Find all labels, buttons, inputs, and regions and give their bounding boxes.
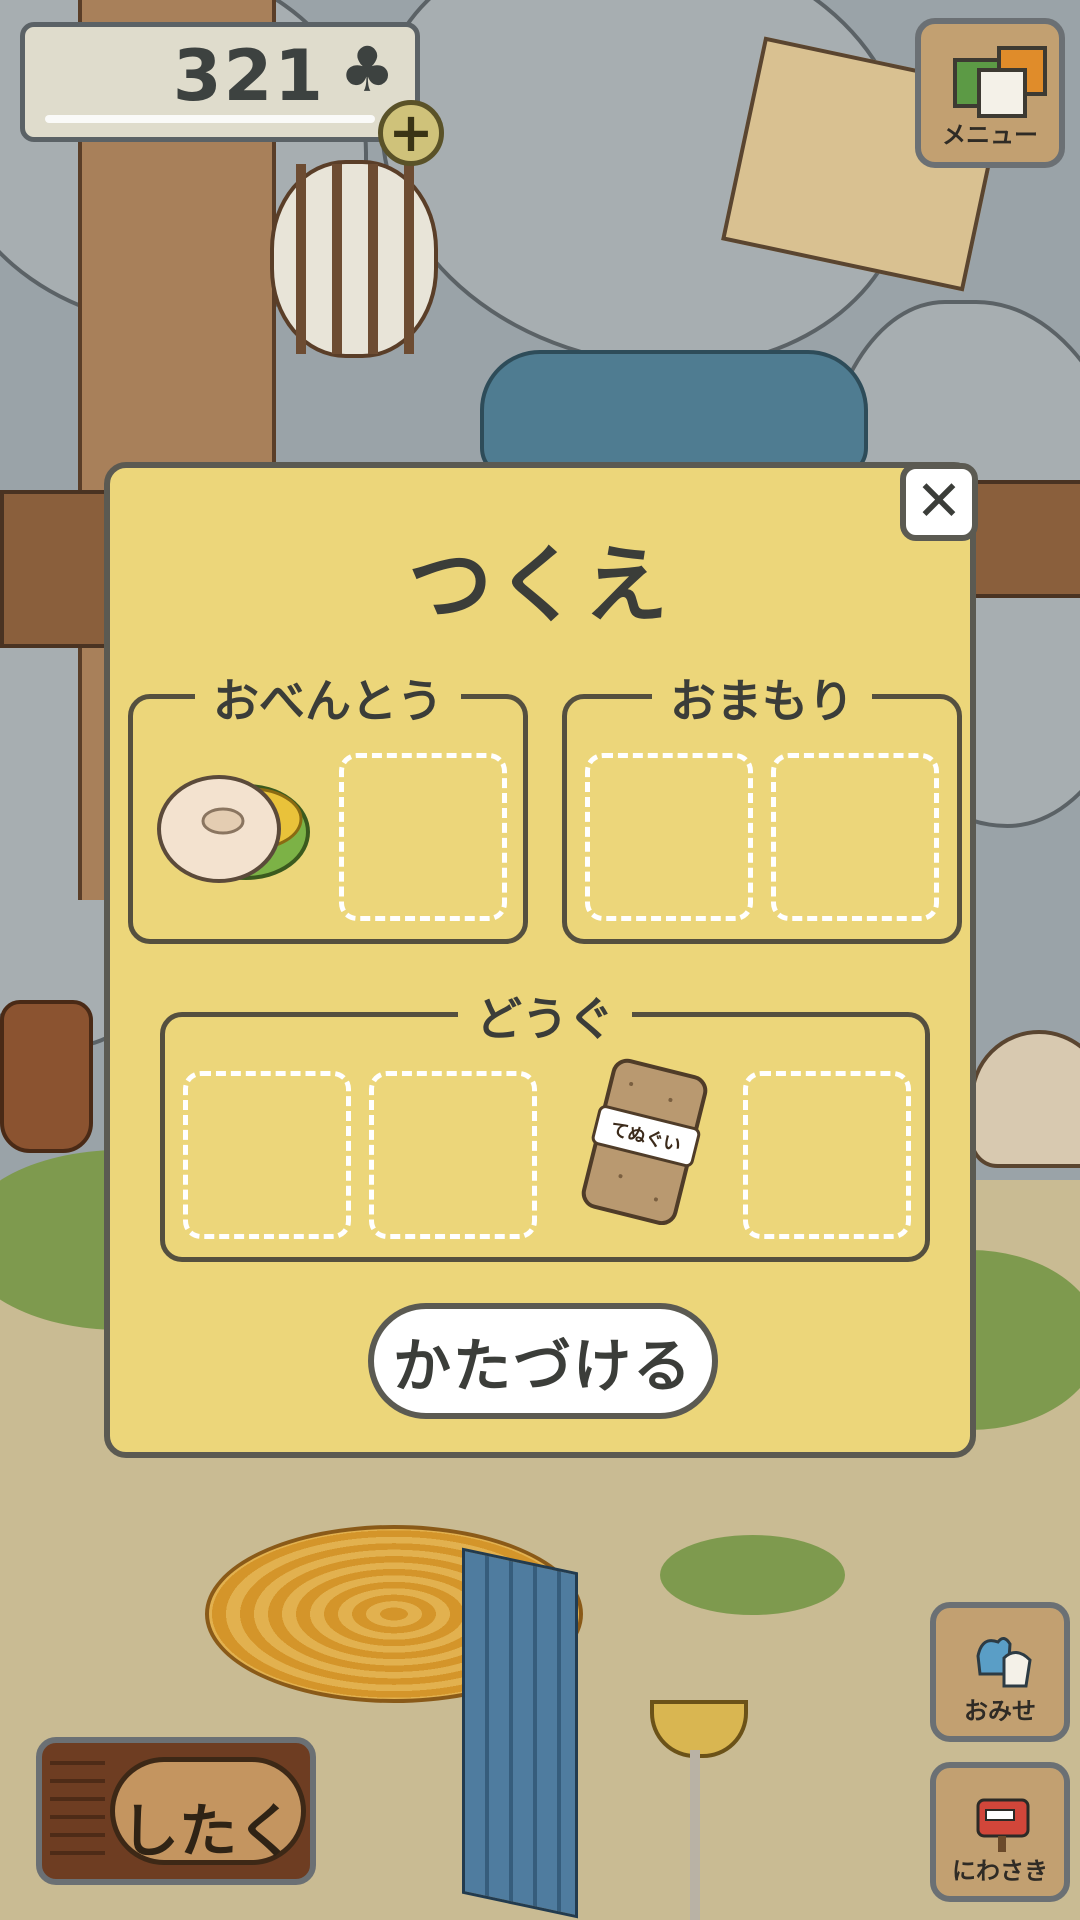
charm-group: おまもり bbox=[562, 665, 962, 944]
lunch-slot-empty[interactable] bbox=[339, 753, 507, 921]
desk-dialog: つくえ おべんとう おまもり どうぐ てぬぐい かたづける bbox=[104, 462, 976, 1458]
bagel-sandwich-item[interactable] bbox=[151, 737, 321, 907]
log-stripes bbox=[50, 1753, 105, 1869]
mailbox-icon bbox=[976, 1798, 1030, 1852]
tool-slot-empty[interactable] bbox=[183, 1071, 351, 1239]
prepare-label: したく bbox=[120, 1797, 295, 1865]
shop-label: おみせ bbox=[964, 1697, 1036, 1725]
lunch-group: おべんとう bbox=[128, 665, 528, 944]
tidy-up-button[interactable]: かたづける bbox=[368, 1303, 718, 1419]
tools-group-label: どうぐ bbox=[458, 983, 632, 1049]
shop-button[interactable]: おみせ bbox=[930, 1602, 1070, 1742]
club-clover-icon: ♣ bbox=[339, 33, 395, 106]
clover-counter: 321 ♣ bbox=[20, 22, 420, 142]
clover-count: 321 bbox=[172, 35, 325, 117]
garden-button[interactable]: にわさき bbox=[930, 1762, 1070, 1902]
wooden-shelf bbox=[960, 480, 1080, 598]
close-icon: ✕ bbox=[915, 469, 963, 534]
plus-icon: + bbox=[388, 101, 434, 164]
shop-bag-icon bbox=[976, 1637, 1032, 1688]
menu-label: メニュー bbox=[942, 121, 1038, 149]
charm-group-label: おまもり bbox=[652, 665, 872, 731]
tenugui-towel-icon: てぬぐい bbox=[581, 1058, 708, 1226]
tool-slot-empty[interactable] bbox=[369, 1071, 537, 1239]
barred-window bbox=[270, 160, 438, 358]
lunch-group-label: おべんとう bbox=[195, 665, 461, 731]
grass-patch bbox=[660, 1535, 845, 1615]
blue-cushion bbox=[480, 350, 868, 478]
charm-slot-empty[interactable] bbox=[585, 753, 753, 921]
stone-oven bbox=[970, 1030, 1080, 1168]
menu-button[interactable]: メニュー bbox=[915, 18, 1065, 168]
clay-pot bbox=[0, 1000, 93, 1153]
tools-group: どうぐ てぬぐい bbox=[160, 983, 930, 1262]
tenugui-towel-item[interactable]: てぬぐい bbox=[560, 1055, 730, 1226]
dialog-title: つくえ bbox=[407, 536, 672, 634]
prepare-button[interactable]: したく bbox=[36, 1737, 316, 1885]
folding-screen bbox=[462, 1547, 578, 1919]
menu-icon bbox=[949, 46, 1047, 118]
log-icon: したく bbox=[110, 1757, 306, 1865]
bagel-sandwich-icon bbox=[157, 775, 310, 883]
tool-slot-empty[interactable] bbox=[743, 1071, 911, 1239]
garden-label: にわさき bbox=[952, 1857, 1048, 1885]
close-button[interactable]: ✕ bbox=[900, 463, 978, 541]
tidy-up-label: かたづける bbox=[392, 1332, 693, 1400]
add-clovers-button[interactable]: + bbox=[378, 100, 444, 166]
charm-slot-empty[interactable] bbox=[771, 753, 939, 921]
lamp-pole bbox=[690, 1750, 700, 1920]
clover-bar-highlight bbox=[45, 115, 375, 123]
wooden-shelf bbox=[0, 490, 118, 648]
